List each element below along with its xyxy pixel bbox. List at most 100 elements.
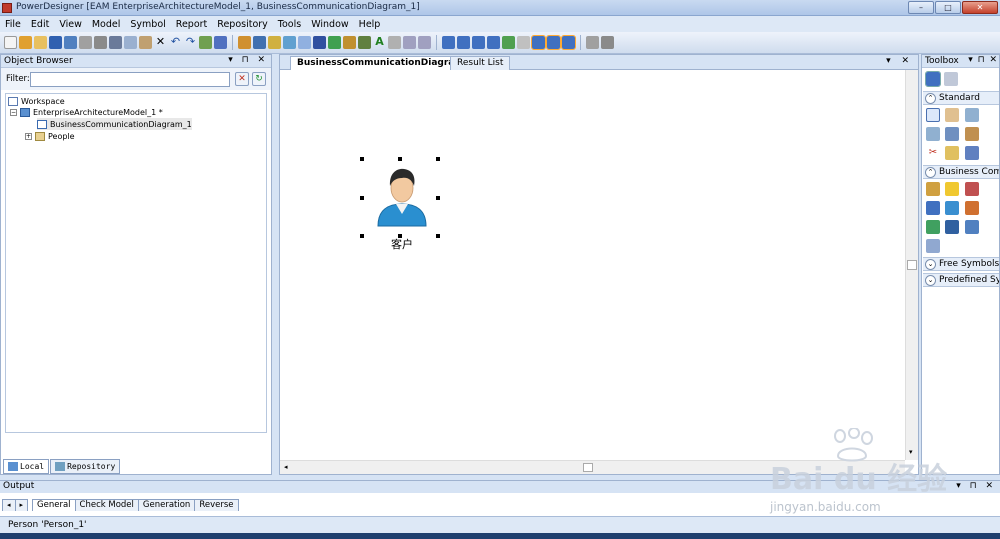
selection-handle[interactable] (398, 157, 402, 161)
large-icons-view-icon[interactable] (925, 71, 941, 87)
filter-input[interactable] (30, 72, 230, 87)
tab-reverse[interactable]: Reverse (194, 499, 239, 511)
toolbox-section-standard[interactable]: ⌃ Standard (923, 91, 999, 105)
menu-report[interactable]: Report (171, 19, 213, 30)
new-model-icon[interactable] (19, 36, 32, 49)
tree-item-diagram[interactable]: BusinessCommunicationDiagram_1 (37, 118, 192, 130)
tab-scroll-right-icon[interactable]: ▸ (14, 499, 29, 511)
collapse-icon[interactable]: − (10, 108, 17, 116)
copy-icon[interactable] (124, 36, 137, 49)
selection-handle[interactable] (436, 196, 440, 200)
clear-filter-icon[interactable]: ✕ (235, 72, 249, 86)
person-label[interactable]: 客户 (380, 236, 424, 252)
tab-result-list[interactable]: Result List (450, 56, 511, 70)
view-5-icon[interactable] (502, 36, 515, 49)
menu-file[interactable]: File (0, 19, 26, 30)
toolbox-section-free-symbols[interactable]: ⌄ Free Symbols (923, 257, 999, 271)
browse-icon[interactable] (214, 36, 227, 49)
business-function-icon[interactable] (965, 182, 979, 196)
print-preview-2-icon[interactable] (586, 36, 599, 49)
panel-controls[interactable]: ▾ ⊓ ✕ (228, 55, 268, 65)
process-icon[interactable] (926, 201, 940, 215)
undo-icon[interactable]: ↶ (169, 36, 182, 49)
view-4-icon[interactable] (487, 36, 500, 49)
diagram-canvas[interactable]: 客户 (280, 70, 905, 460)
diagram-controls[interactable]: ▾ ✕ (886, 56, 913, 66)
selection-handle[interactable] (436, 157, 440, 161)
text-icon[interactable]: A (373, 36, 386, 49)
role-icon[interactable] (965, 201, 979, 215)
tab-diagram[interactable]: BusinessCommunicationDiagra... (290, 56, 472, 70)
view-2-icon[interactable] (457, 36, 470, 49)
building-icon[interactable] (945, 220, 959, 234)
print-icon[interactable] (94, 36, 107, 49)
delete-tool-icon[interactable]: ✂ (926, 146, 940, 160)
refresh-icon[interactable]: ↻ (252, 72, 266, 86)
menu-repository[interactable]: Repository (212, 19, 273, 30)
diagram-icon[interactable] (253, 36, 266, 49)
back-icon[interactable] (403, 36, 416, 49)
person-tool-icon[interactable] (945, 201, 959, 215)
view-9-icon[interactable] (561, 35, 576, 50)
view-8-icon[interactable] (546, 35, 561, 50)
view-1-icon[interactable] (442, 36, 455, 49)
grabber-tool-icon[interactable] (945, 108, 959, 122)
toolbox-section-business[interactable]: ⌃ Business Com (923, 165, 999, 179)
tree-item-model[interactable]: − EnterpriseArchitectureModel_1 * (10, 106, 163, 118)
save-all-icon[interactable] (64, 36, 77, 49)
close-button[interactable]: ✕ (962, 1, 998, 14)
cut-icon[interactable] (109, 36, 122, 49)
folder-icon[interactable] (268, 36, 281, 49)
maximize-button[interactable]: □ (935, 1, 961, 14)
view-7-icon[interactable] (531, 35, 546, 50)
scroll-thumb[interactable] (583, 463, 593, 472)
tab-check-model[interactable]: Check Model (74, 499, 139, 511)
flow-icon[interactable] (965, 220, 979, 234)
minimize-button[interactable]: – (908, 1, 934, 14)
tab-local[interactable]: Local (3, 459, 50, 474)
align-icon[interactable] (388, 36, 401, 49)
list-view-icon[interactable] (944, 72, 958, 86)
pencil-icon[interactable] (343, 36, 356, 49)
find-icon[interactable] (199, 36, 212, 49)
grid-icon[interactable] (328, 36, 341, 49)
paste-icon[interactable] (139, 36, 152, 49)
open-diagram-icon[interactable] (945, 127, 959, 141)
new-icon[interactable] (4, 36, 17, 49)
toolbox-section-predefined[interactable]: ⌄ Predefined Sy (923, 273, 999, 287)
selection-handle[interactable] (360, 196, 364, 200)
tab-general[interactable]: General (32, 499, 76, 511)
properties-icon[interactable] (313, 36, 326, 49)
panel-controls[interactable]: ▾ ⊓ ✕ (968, 55, 998, 65)
package-tool-icon[interactable] (945, 146, 959, 160)
vertical-scrollbar[interactable]: ▾ (905, 70, 918, 460)
menu-tools[interactable]: Tools (273, 19, 306, 30)
print-2-icon[interactable] (601, 36, 614, 49)
model-icon[interactable] (283, 36, 296, 49)
redo-icon[interactable]: ↷ (184, 36, 197, 49)
document-icon[interactable] (926, 239, 940, 253)
view-6-icon[interactable] (517, 36, 530, 49)
expand-icon[interactable]: + (25, 132, 32, 140)
menu-model[interactable]: Model (87, 19, 126, 30)
format-icon[interactable] (358, 36, 371, 49)
site-icon[interactable] (945, 182, 959, 196)
actor-icon[interactable] (926, 220, 940, 234)
menu-view[interactable]: View (54, 19, 87, 30)
list-icon[interactable] (298, 36, 311, 49)
organization-unit-icon[interactable] (926, 182, 940, 196)
pointer-tool-icon[interactable] (926, 108, 940, 122)
scroll-left-icon[interactable]: ◂ (284, 463, 288, 471)
person-icon[interactable] (374, 164, 430, 228)
forward-icon[interactable] (418, 36, 431, 49)
tab-scroll-left-icon[interactable]: ◂ (2, 499, 16, 511)
package-icon[interactable] (238, 36, 251, 49)
selection-handle[interactable] (360, 157, 364, 161)
scroll-thumb[interactable] (907, 260, 917, 270)
view-3-icon[interactable] (472, 36, 485, 49)
zoom-out-icon[interactable] (926, 127, 940, 141)
selection-handle[interactable] (360, 234, 364, 238)
link-tool-icon[interactable] (965, 146, 979, 160)
print-preview-icon[interactable] (79, 36, 92, 49)
open-icon[interactable] (34, 36, 47, 49)
